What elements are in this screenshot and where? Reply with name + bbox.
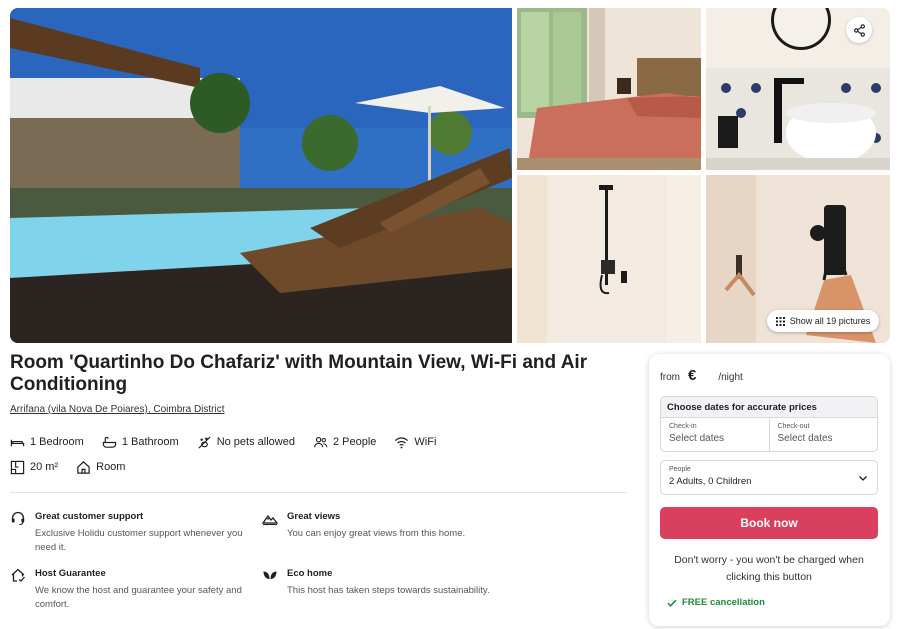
feature-description: We know the host and guarantee your safe… [35,585,242,610]
bath-icon [102,436,117,448]
grid-icon [775,316,785,326]
checkout-value: Select dates [777,433,833,444]
amenity-people: 2 People [313,435,376,450]
show-all-pictures-button[interactable]: Show all 19 pictures [767,310,879,332]
date-picker: Choose dates for accurate prices Check-i… [660,396,878,452]
checkin-label: Check-in [669,423,697,430]
check-icon [667,599,677,607]
dates-heading: Choose dates for accurate prices [661,397,877,418]
bed-icon [10,439,25,446]
people-label: People [669,466,691,473]
amenity-type: Room [76,460,125,475]
location-link[interactable]: Arrifana (vila Nova De Poiares), Coimbra… [10,404,225,415]
per-night-label: /night [718,372,743,383]
amenity-label: 2 People [332,436,377,448]
leaf-icon [263,571,277,579]
host-house-icon [11,568,25,582]
from-label: from [660,372,680,383]
feature-description: This host has taken steps towards sustai… [287,585,490,596]
show-all-label: Show all 19 pictures [789,316,871,326]
amenity-size: 20 m² [10,460,58,475]
house-icon [77,460,90,474]
people-icon [314,436,328,447]
feature-title: Eco home [287,568,333,579]
amenity-label: 20 m² [30,461,59,473]
amenity-bedrooms: 1 Bedroom [10,435,84,450]
checkin-field[interactable]: Check-in Select dates [661,418,769,451]
amenity-no-pets: No pets allowed [197,435,295,450]
wifi-icon [395,436,409,448]
amenity-label: No pets allowed [216,436,295,448]
amenity-wifi: WiFi [394,435,436,450]
feature-title: Great views [287,511,341,522]
photo-bedroom[interactable] [517,8,701,170]
book-now-button[interactable]: Book now [660,507,878,539]
charge-note: Don't worry - you won't be charged when … [674,554,864,583]
no-pets-icon [198,435,211,449]
feature-title: Great customer support [35,511,144,522]
amenity-label: 1 Bedroom [30,436,84,448]
feature-description: You can enjoy great views from this home… [287,528,466,539]
photo-pool[interactable] [10,8,512,343]
section-divider [10,492,627,493]
amenity-label: 1 Bathroom [121,436,179,448]
feature-title: Host Guarantee [35,568,106,579]
page-title: Room 'Quartinho Do Chafariz' with Mounta… [10,352,588,395]
checkout-label: Check-out [777,423,810,430]
currency-symbol: € [688,367,697,384]
headset-icon [11,511,25,526]
chevron-down-icon [859,476,867,481]
floor-plan-icon [10,460,25,474]
amenity-label: WiFi [414,436,437,448]
amenity-label: Room [96,461,126,473]
amenities-list: 1 Bedroom 1 Bathroom No pets allowed 2 P… [10,433,630,483]
amenity-bathrooms: 1 Bathroom [102,435,179,450]
booking-card: from € /night Choose dates for accurate … [649,354,890,626]
feature-description: Exclusive Holidu customer support whenev… [35,528,243,553]
checkin-value: Select dates [669,433,725,444]
free-cancellation: FREE cancellation [667,597,765,608]
photo-gallery [10,8,890,343]
people-value: 2 Adults, 0 Children [669,476,752,487]
free-cancellation-label: FREE cancellation [682,597,765,608]
people-select[interactable]: People 2 Adults, 0 Children [660,460,878,495]
share-button[interactable] [846,17,872,43]
share-icon [853,23,865,37]
price-row: from € /night [660,367,743,384]
mountain-icon [262,514,278,526]
checkout-field[interactable]: Check-out Select dates [768,418,878,451]
photo-shower[interactable] [517,175,701,343]
